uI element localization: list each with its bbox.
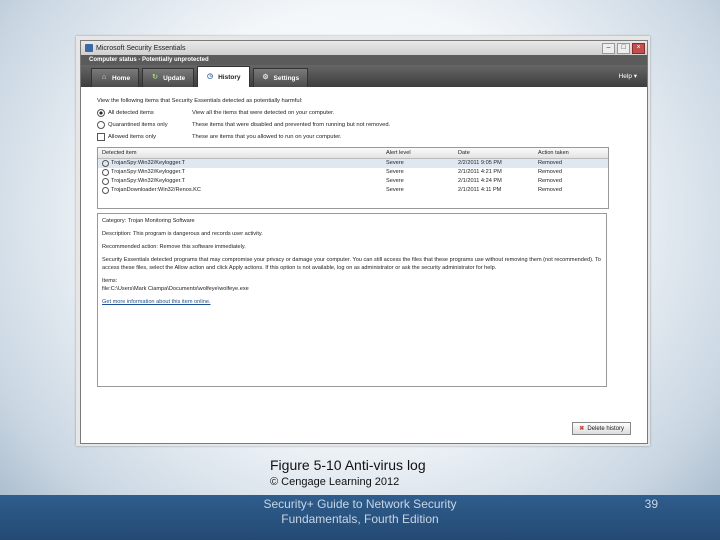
column-alert-level[interactable]: Alert level — [382, 148, 454, 158]
details-description: Description: This program is dangerous a… — [102, 231, 263, 237]
computer-status: Computer status - Potentially unprotecte… — [81, 55, 647, 65]
column-detected-item[interactable]: Detected item — [98, 148, 382, 158]
column-date[interactable]: Date — [454, 148, 534, 158]
filter-allowed-items[interactable]: Allowed items only These are items that … — [97, 131, 637, 143]
copyright-note: © Cengage Learning 2012 — [270, 476, 400, 488]
delete-icon: ✖ — [579, 426, 585, 432]
select-icon[interactable] — [102, 169, 109, 176]
more-info-link[interactable]: Get more information about this item onl… — [102, 299, 211, 305]
filter-all-items[interactable]: All detected items View all the items th… — [97, 107, 637, 119]
tab-update[interactable]: ↻ Update — [142, 68, 195, 87]
filter-quarantined-items[interactable]: Quarantined items only These items that … — [97, 119, 637, 131]
delete-history-button[interactable]: ✖ Delete history — [572, 422, 631, 435]
details-recommendation: Recommended action: Remove this software… — [102, 244, 246, 250]
column-action-taken[interactable]: Action taken — [534, 148, 608, 158]
item-name: TrojanSpy:Win32/Keylogger.T — [111, 160, 186, 166]
tab-label: History — [218, 73, 241, 81]
cell-action: Removed — [538, 187, 562, 193]
settings-icon: ⚙ — [262, 74, 269, 81]
history-icon: ◷ — [207, 73, 214, 80]
details-body: Security Essentials detected programs th… — [102, 257, 601, 271]
cell-date: 2/1/2011 4:24 PM — [458, 178, 502, 184]
table-row[interactable]: TrojanSpy:Win32/Keylogger.T Severe 2/1/2… — [98, 177, 608, 186]
filter-description: These items that were disabled and preve… — [192, 122, 391, 128]
cell-alert-level: Severe — [386, 160, 404, 166]
select-icon[interactable] — [102, 187, 109, 194]
item-name: TrojanDownloader:Win32/Renos.KC — [111, 187, 201, 193]
table-row[interactable]: TrojanSpy:Win32/Keylogger.T Severe 2/1/2… — [98, 168, 608, 177]
app-icon — [85, 44, 93, 52]
slide-footer: Security+ Guide to Network Security Fund… — [0, 495, 720, 540]
tab-home[interactable]: ⌂ Home — [91, 68, 140, 87]
help-menu[interactable]: Help ▾ — [619, 72, 637, 80]
app-window: Microsoft Security Essentials – □ × Comp… — [80, 40, 648, 444]
cell-date: 2/2/2011 9:05 PM — [458, 160, 502, 166]
cell-item: TrojanSpy:Win32/Keylogger.T — [98, 159, 382, 168]
figure-caption: Figure 5-10 Anti-virus log — [270, 457, 426, 473]
tab-history[interactable]: ◷ History — [197, 66, 250, 87]
filter-label: All detected items — [108, 110, 154, 116]
table-row[interactable]: TrojanSpy:Win32/Keylogger.T Severe 2/2/2… — [98, 159, 608, 168]
select-icon[interactable] — [102, 160, 109, 167]
filter-description: These are items that you allowed to run … — [192, 134, 342, 140]
cell-item: TrojanDownloader:Win32/Renos.KC — [98, 186, 382, 195]
tab-label: Update — [163, 74, 186, 82]
tab-label: Settings — [273, 74, 300, 82]
home-icon: ⌂ — [101, 74, 107, 81]
tab-bar: ⌂ Home ↻ Update ◷ History ⚙ Settings Hel… — [81, 65, 647, 87]
cell-item: TrojanSpy:Win32/Keylogger.T — [98, 177, 382, 186]
item-name: TrojanSpy:Win32/Keylogger.T — [111, 169, 186, 175]
filter-label: Quarantined items only — [108, 122, 168, 128]
filter-label: Allowed items only — [108, 134, 157, 140]
tab-label: Home — [112, 74, 131, 82]
cell-alert-level: Severe — [386, 187, 404, 193]
book-title: Security+ Guide to Network Security Fund… — [263, 497, 457, 526]
item-name: TrojanSpy:Win32/Keylogger.T — [111, 178, 186, 184]
cell-action: Removed — [538, 160, 562, 166]
cell-alert-level: Severe — [386, 178, 404, 184]
page-number: 39 — [644, 497, 658, 511]
checkbox-icon[interactable] — [97, 133, 105, 141]
delete-history-label: Delete history — [587, 425, 624, 432]
table-header: Detected item Alert level Date Action ta… — [98, 148, 608, 159]
details-item-path: file:C:\Users\Mark Ciampa\Documents\wolf… — [102, 286, 249, 292]
item-details-pane: Category: Trojan Monitoring Software Des… — [97, 213, 607, 387]
maximize-button[interactable]: □ — [617, 42, 630, 54]
cell-item: TrojanSpy:Win32/Keylogger.T — [98, 168, 382, 177]
cell-action: Removed — [538, 178, 562, 184]
table-row[interactable]: TrojanDownloader:Win32/Renos.KC Severe 2… — [98, 186, 608, 195]
details-category: Category: Trojan Monitoring Software — [102, 218, 195, 224]
bottom-actions: ✖ Delete history — [572, 422, 631, 435]
intro-text: View the following items that Security E… — [97, 98, 303, 104]
window-title: Microsoft Security Essentials — [96, 44, 186, 52]
select-icon[interactable] — [102, 178, 109, 185]
cell-alert-level: Severe — [386, 169, 404, 175]
update-icon: ↻ — [152, 74, 158, 81]
cell-action: Removed — [538, 169, 562, 175]
radio-icon[interactable] — [97, 121, 105, 129]
tab-settings[interactable]: ⚙ Settings — [252, 68, 309, 87]
cell-date: 2/1/2011 4:21 PM — [458, 169, 502, 175]
radio-icon[interactable] — [97, 109, 105, 117]
detected-items-table: Detected item Alert level Date Action ta… — [97, 147, 609, 209]
history-panel: View the following items that Security E… — [81, 89, 647, 443]
filter-description: View all the items that were detected on… — [192, 110, 335, 116]
cell-date: 2/1/2011 4:11 PM — [458, 187, 502, 193]
title-bar: Microsoft Security Essentials – □ × — [81, 41, 647, 55]
screenshot-frame: Microsoft Security Essentials – □ × Comp… — [76, 36, 650, 446]
details-items-label: Items: — [102, 278, 118, 284]
minimize-button[interactable]: – — [602, 42, 615, 54]
close-button[interactable]: × — [632, 42, 645, 54]
